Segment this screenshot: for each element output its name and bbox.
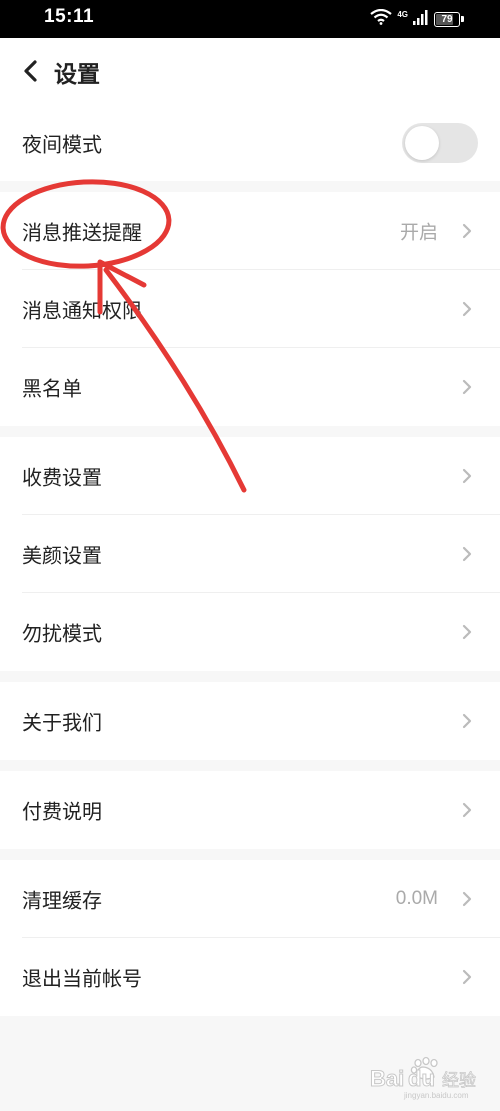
setting-dnd[interactable]: 勿扰模式 [0, 593, 500, 671]
battery-cap [461, 15, 464, 22]
setting-beauty[interactable]: 美颜设置 [0, 515, 500, 593]
toggle-knob [405, 126, 439, 160]
back-button[interactable] [16, 56, 46, 86]
chevron-right-icon [462, 546, 472, 562]
chevron-right-icon [462, 713, 472, 729]
setting-label: 黑名单 [22, 376, 82, 401]
setting-label: 消息通知权限 [22, 298, 142, 323]
setting-label: 收费设置 [22, 465, 102, 490]
wifi-icon [370, 8, 393, 29]
status-icons: 4G 79 [370, 8, 464, 29]
setting-blacklist[interactable]: 黑名单 [0, 348, 500, 426]
page-title: 设置 [54, 62, 100, 88]
setting-payment-info[interactable]: 付费说明 [0, 771, 500, 849]
watermark-brand-2: du [408, 1066, 435, 1091]
setting-fee[interactable]: 收费设置 [0, 437, 500, 515]
setting-night-mode: 夜间模式 [0, 105, 500, 181]
setting-label: 退出当前帐号 [22, 966, 142, 991]
setting-label: 关于我们 [22, 710, 102, 735]
paw-logo-icon: Bai du 经验 jingyan.baidu.com [370, 1056, 476, 1100]
status-time: 15:11 [44, 6, 95, 27]
setting-clear-cache[interactable]: 清理缓存 0.0M [0, 860, 500, 938]
baidu-jingyan-watermark: Bai du 经验 jingyan.baidu.com [342, 1053, 492, 1101]
setting-logout[interactable]: 退出当前帐号 [0, 938, 500, 1016]
watermark-cn: 经验 [442, 1071, 476, 1091]
chevron-right-icon [462, 969, 472, 985]
setting-label: 美颜设置 [22, 543, 102, 568]
chevron-left-icon [24, 60, 37, 82]
signal-icon [413, 9, 429, 29]
chevron-right-icon [462, 301, 472, 317]
header: 设置 [0, 38, 500, 105]
battery-icon: 79 [434, 11, 464, 27]
chevron-right-icon [462, 891, 472, 907]
chevron-right-icon [462, 468, 472, 484]
watermark-url: jingyan.baidu.com [403, 1091, 469, 1100]
setting-push-reminder[interactable]: 消息推送提醒 开启 [0, 192, 500, 270]
setting-about[interactable]: 关于我们 [0, 682, 500, 760]
chevron-right-icon [462, 223, 472, 239]
status-bar: 15:11 4G 79 [0, 0, 500, 38]
chevron-right-icon [462, 379, 472, 395]
setting-label: 清理缓存 [22, 888, 102, 913]
night-mode-toggle[interactable] [402, 123, 478, 163]
setting-notify-permission[interactable]: 消息通知权限 [0, 270, 500, 348]
chevron-right-icon [462, 802, 472, 818]
chevron-right-icon [462, 624, 472, 640]
watermark-brand: Bai [370, 1066, 404, 1091]
cache-size: 0.0M [395, 888, 438, 909]
battery-level: 79 [441, 13, 453, 25]
setting-label: 付费说明 [22, 799, 102, 824]
network-type: 4G [397, 9, 408, 19]
setting-label: 消息推送提醒 [22, 220, 142, 245]
setting-label: 勿扰模式 [22, 621, 102, 646]
setting-label: 夜间模式 [22, 132, 102, 157]
setting-value: 开启 [399, 222, 438, 244]
